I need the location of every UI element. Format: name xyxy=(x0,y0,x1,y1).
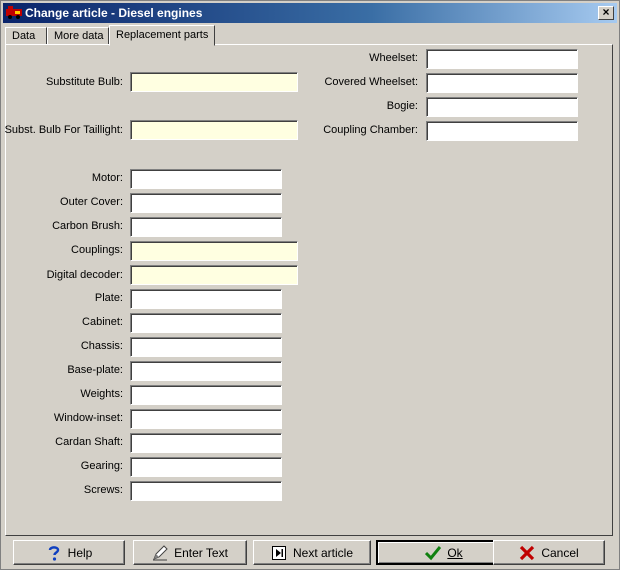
base-plate-label: Base-plate: xyxy=(67,364,123,376)
gearing-label: Gearing: xyxy=(80,460,123,472)
cardan-shaft-label: Cardan Shaft: xyxy=(55,436,123,448)
tab-replacement-parts[interactable]: Replacement parts xyxy=(109,25,215,46)
base-plate-field[interactable] xyxy=(130,361,282,381)
subst-bulb-taillight-field[interactable] xyxy=(130,120,298,140)
question-mark-icon xyxy=(48,545,59,561)
dialog-window: Change article - Diesel engines × Data M… xyxy=(0,0,620,570)
cancel-button-label: Cancel xyxy=(541,545,579,560)
bogie-field[interactable] xyxy=(426,97,578,117)
digital-decoder-label: Digital decoder: xyxy=(46,269,123,281)
cabinet-field[interactable] xyxy=(130,313,282,333)
window-inset-field[interactable] xyxy=(130,409,282,429)
next-article-button-label: Next article xyxy=(292,545,354,560)
title-bar: Change article - Diesel engines × xyxy=(3,3,617,23)
ok-button-label: Ok xyxy=(447,545,463,560)
subst-bulb-taillight-label: Subst. Bulb For Taillight: xyxy=(4,124,123,136)
carbon-brush-field[interactable] xyxy=(130,217,282,237)
close-icon: × xyxy=(602,5,610,19)
close-button[interactable]: × xyxy=(598,6,614,20)
motor-label: Motor: xyxy=(91,172,123,184)
outer-cover-field[interactable] xyxy=(130,193,282,213)
tab-more-data[interactable]: More data xyxy=(47,27,109,45)
next-record-icon xyxy=(271,545,286,560)
substitute-bulb-field[interactable] xyxy=(130,72,298,92)
x-cross-icon xyxy=(520,545,535,560)
window-inset-label: Window-inset: xyxy=(53,412,123,424)
cabinet-label: Cabinet: xyxy=(82,316,123,328)
substitute-bulb-label: Substitute Bulb: xyxy=(45,76,123,88)
help-button[interactable]: Help xyxy=(13,540,125,565)
window-title: Change article - Diesel engines xyxy=(25,6,203,20)
cancel-button[interactable]: Cancel xyxy=(493,540,605,565)
gearing-field[interactable] xyxy=(130,457,282,477)
pen-icon xyxy=(153,544,168,560)
carbon-brush-label: Carbon Brush: xyxy=(52,220,123,232)
weights-label: Weights: xyxy=(80,388,123,400)
motor-field[interactable] xyxy=(130,169,282,189)
wheelset-field[interactable] xyxy=(426,49,578,69)
button-bar: Help Enter Text Next article Ok Cancel xyxy=(5,537,613,567)
ok-button[interactable]: Ok xyxy=(376,540,512,565)
couplings-label: Couplings: xyxy=(71,244,123,256)
checkmark-icon xyxy=(425,545,442,560)
replacement-parts-panel: Wheelset: Covered Wheelset: Bogie: Coupl… xyxy=(5,44,613,536)
plate-label: Plate: xyxy=(94,292,123,304)
couplings-field[interactable] xyxy=(130,241,298,261)
coupling-chamber-field[interactable] xyxy=(426,121,578,141)
chassis-field[interactable] xyxy=(130,337,282,357)
outer-cover-label: Outer Cover: xyxy=(60,196,123,208)
chassis-label: Chassis: xyxy=(80,340,123,352)
help-button-label: Help xyxy=(67,545,93,560)
next-article-button[interactable]: Next article xyxy=(253,540,371,565)
bogie-label: Bogie: xyxy=(386,100,418,112)
enter-text-button[interactable]: Enter Text xyxy=(133,540,247,565)
tab-data[interactable]: Data xyxy=(5,27,47,45)
screws-label: Screws: xyxy=(83,484,123,496)
weights-field[interactable] xyxy=(130,385,282,405)
cardan-shaft-field[interactable] xyxy=(130,433,282,453)
covered-wheelset-field[interactable] xyxy=(426,73,578,93)
wheelset-label: Wheelset: xyxy=(369,52,418,64)
plate-field[interactable] xyxy=(130,289,282,309)
locomotive-icon xyxy=(6,6,22,19)
digital-decoder-field[interactable] xyxy=(130,265,298,285)
enter-text-button-label: Enter Text xyxy=(174,545,228,560)
screws-field[interactable] xyxy=(130,481,282,501)
